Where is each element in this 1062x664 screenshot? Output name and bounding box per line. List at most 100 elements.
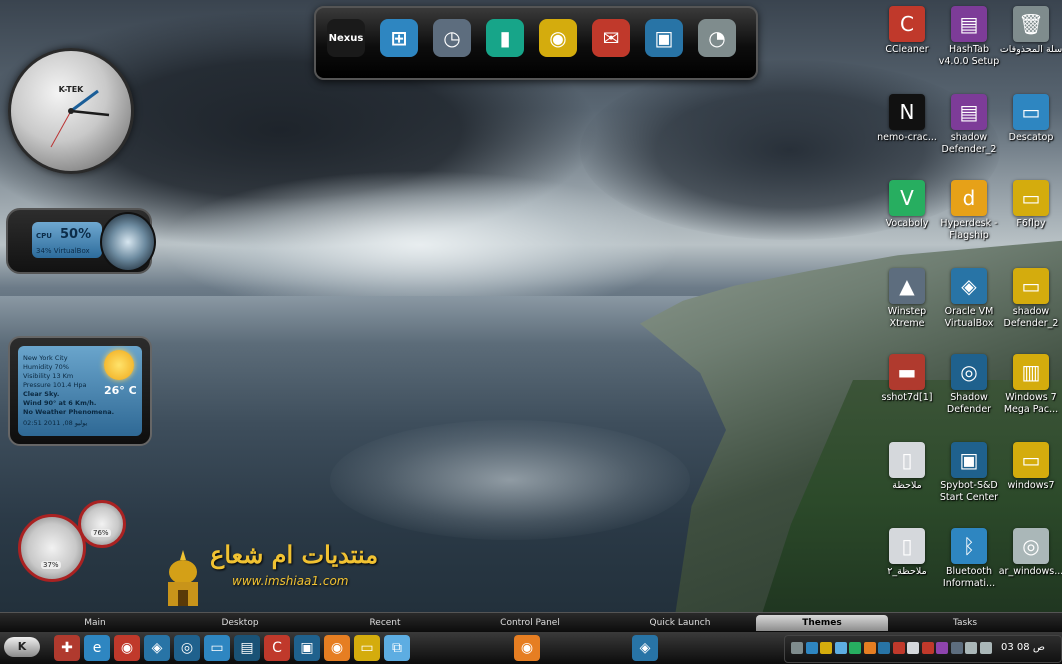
app1-icon[interactable]: ✚ xyxy=(54,635,80,661)
desktop-icon-label: Descatop xyxy=(1008,132,1054,143)
cpu-screen: CPU 50% 34% VirtualBox xyxy=(32,222,102,258)
tab-recent[interactable]: Recent xyxy=(330,615,440,631)
dock-item-battery[interactable]: ▮ xyxy=(483,16,527,60)
book-icon[interactable]: ▤ xyxy=(234,635,260,661)
tab-main[interactable]: Main xyxy=(40,615,150,631)
cpu-meter-gadget[interactable]: CPU 50% 34% VirtualBox xyxy=(6,208,156,274)
spybot-icon: ▣ xyxy=(951,442,987,478)
dock-item-windows[interactable]: ⊞ xyxy=(377,16,421,60)
ccleaner-icon: C xyxy=(889,6,925,42)
desktop-icon-label: Winstep Xtreme xyxy=(887,306,927,329)
mail-icon: ✉ xyxy=(592,19,630,57)
tab-quick-launch[interactable]: Quick Launch xyxy=(620,615,740,631)
desktop-icon-windows7-folder[interactable]: ▭ windows7 xyxy=(996,442,1062,492)
monitor-icon[interactable]: ▣ xyxy=(294,635,320,661)
winstep-xtreme-icon: ▲ xyxy=(889,268,925,304)
analog-clock-gadget[interactable]: K-TEK xyxy=(8,48,134,174)
tray-icon[interactable] xyxy=(921,642,934,654)
virtualbox-icon[interactable]: ◈ xyxy=(144,635,170,661)
network-icon[interactable]: ⧉ xyxy=(384,635,410,661)
desktop-icon[interactable]: ▭ xyxy=(204,635,230,661)
desktop-icon-label: Bluetooth Informati... xyxy=(942,566,996,589)
oracle-vm-icon: ◈ xyxy=(951,268,987,304)
taskbar: K 03 08 ص ✚ e ◉ ◈ ◎ ▭ ▤ C ▣ ◉ ▭ ⧉ ◉ ◈ xyxy=(0,632,1062,664)
desktop-icon-windows7-mega-pack[interactable]: ▥ Windows 7 Mega Pac... xyxy=(996,354,1062,416)
app3-icon[interactable]: ◉ xyxy=(114,635,140,661)
tab-themes[interactable]: Themes xyxy=(756,615,888,631)
desktop-icon-label: Shadow Defender xyxy=(946,392,992,415)
desktop-icon-label: shadow Defender_2 xyxy=(941,132,997,155)
weather-date: 02:51 2011 ,08 يوليو xyxy=(23,419,88,427)
desktop-icon-hyperdesk[interactable]: d Hyperdesk - Flagship xyxy=(934,180,1004,242)
dock-item-globe[interactable]: ◉ xyxy=(536,16,580,60)
ie-icon[interactable]: e xyxy=(84,635,110,661)
desktop-icon-ccleaner[interactable]: C CCleaner xyxy=(872,6,942,56)
memory-gauge-gadget[interactable]: 76% xyxy=(78,500,126,548)
desktop-icon-label: Vocaboly xyxy=(885,218,929,229)
virtualbox-task-icon[interactable]: ◈ xyxy=(632,635,658,661)
desktop-icon-bluetooth-info[interactable]: ᛒ Bluetooth Informati... xyxy=(934,528,1004,590)
desktop-icon-vocaboly[interactable]: V Vocaboly xyxy=(872,180,942,230)
tray-icon[interactable] xyxy=(863,642,876,654)
dock-item-camera[interactable]: ▣ xyxy=(642,16,686,60)
dock-item-nexus[interactable]: Nexus xyxy=(324,16,368,60)
ccleaner-icon[interactable]: C xyxy=(264,635,290,661)
sun-icon xyxy=(104,350,134,380)
dock-item-scheduler[interactable]: ◔ xyxy=(695,16,739,60)
globe-icon: ◉ xyxy=(539,19,577,57)
sea-foam xyxy=(330,420,690,540)
desktop-icon-note-file[interactable]: ▯ ملاحظة xyxy=(872,442,942,492)
desktop-icon-sshot[interactable]: ▬ sshot7d[1] xyxy=(872,354,942,404)
firefox-task-icon[interactable]: ◉ xyxy=(514,635,540,661)
desktop-icon-nemo-crack[interactable]: Nnemo-crac... xyxy=(872,94,942,144)
dock-item-mail[interactable]: ✉ xyxy=(589,16,633,60)
start-button[interactable]: K xyxy=(4,637,40,657)
tray-icon[interactable] xyxy=(907,642,919,654)
desktop-icon-hashtab[interactable]: ▤ HashTab v4.0.0 Setup xyxy=(934,6,1004,68)
weather-sky: Clear Sky. xyxy=(23,390,60,398)
tray-icon[interactable] xyxy=(805,642,818,654)
tray-icon[interactable] xyxy=(849,642,861,654)
tab-tasks[interactable]: Tasks xyxy=(900,615,1030,631)
weather-screen: New York City Humidity 70% Visibility 13… xyxy=(18,346,142,436)
shadow-icon[interactable]: ◎ xyxy=(174,635,200,661)
shadow-defender-2a-icon: ▤ xyxy=(951,94,987,130)
desktop-icon-spybot[interactable]: ▣ Spybot-S&D Start Center xyxy=(934,442,1004,504)
desktop-icon-shadow-defender-2b[interactable]: ▭ shadow Defender_2 xyxy=(996,268,1062,330)
desktop-icon-winstep-xtreme[interactable]: ▲ Winstep Xtreme xyxy=(872,268,942,330)
hyperdesk-icon: d xyxy=(951,180,987,216)
desktop-icon-shadow-defender[interactable]: ◎ Shadow Defender xyxy=(934,354,1004,416)
cpu-gauge-gadget[interactable]: 37% xyxy=(18,514,86,582)
tray-icon[interactable] xyxy=(820,642,832,654)
tray-icon[interactable] xyxy=(791,642,803,654)
desktop-icon-ar-windows[interactable]: ◎ ar_windows... xyxy=(996,528,1062,578)
desktop-icon-oracle-vm[interactable]: ◈ Oracle VM VirtualBox xyxy=(934,268,1004,330)
tray-icon[interactable] xyxy=(979,642,992,654)
shadow-defender-icon: ◎ xyxy=(951,354,987,390)
firefox-icon[interactable]: ◉ xyxy=(324,635,350,661)
fan-icon xyxy=(100,212,156,272)
desktop-icon-note-file-2[interactable]: ▯ ملاحظة_٢ xyxy=(872,528,942,578)
tray-icon[interactable] xyxy=(950,642,963,654)
desktop-icon-label: Windows 7 Mega Pac... xyxy=(1003,392,1059,415)
desktop-icon-label: Hyperdesk - Flagship xyxy=(940,218,998,241)
tray-icon[interactable] xyxy=(878,642,890,654)
desktop-icon-label: F6flpy xyxy=(1016,218,1046,229)
tray-clock[interactable]: 03 08 ص xyxy=(1001,642,1045,653)
weather-visibility: Visibility 13 Km xyxy=(23,372,74,380)
tray-icon[interactable] xyxy=(892,642,905,654)
tab-desktop[interactable]: Desktop xyxy=(180,615,300,631)
tray-icon[interactable] xyxy=(965,642,977,654)
folder-icon[interactable]: ▭ xyxy=(354,635,380,661)
tab-control-panel[interactable]: Control Panel xyxy=(470,615,590,631)
dock-item-clock[interactable]: ◷ xyxy=(430,16,474,60)
tray-icon[interactable] xyxy=(936,642,948,654)
desktop-icon-f6flpy[interactable]: ▭ F6flpy xyxy=(996,180,1062,230)
nexus-icon: Nexus xyxy=(327,19,365,57)
weather-gadget[interactable]: New York City Humidity 70% Visibility 13… xyxy=(8,336,152,446)
desktop-icon-label: shadow Defender_2 xyxy=(1003,306,1059,329)
desktop-icon-shadow-defender-2a[interactable]: ▤ shadow Defender_2 xyxy=(934,94,1004,156)
desktop-icon-recycle-bin[interactable]: 🗑 سلة المحذوفات xyxy=(996,6,1062,56)
desktop-icon-descatop[interactable]: ▭ Descatop xyxy=(996,94,1062,144)
tray-icon[interactable] xyxy=(834,642,847,654)
